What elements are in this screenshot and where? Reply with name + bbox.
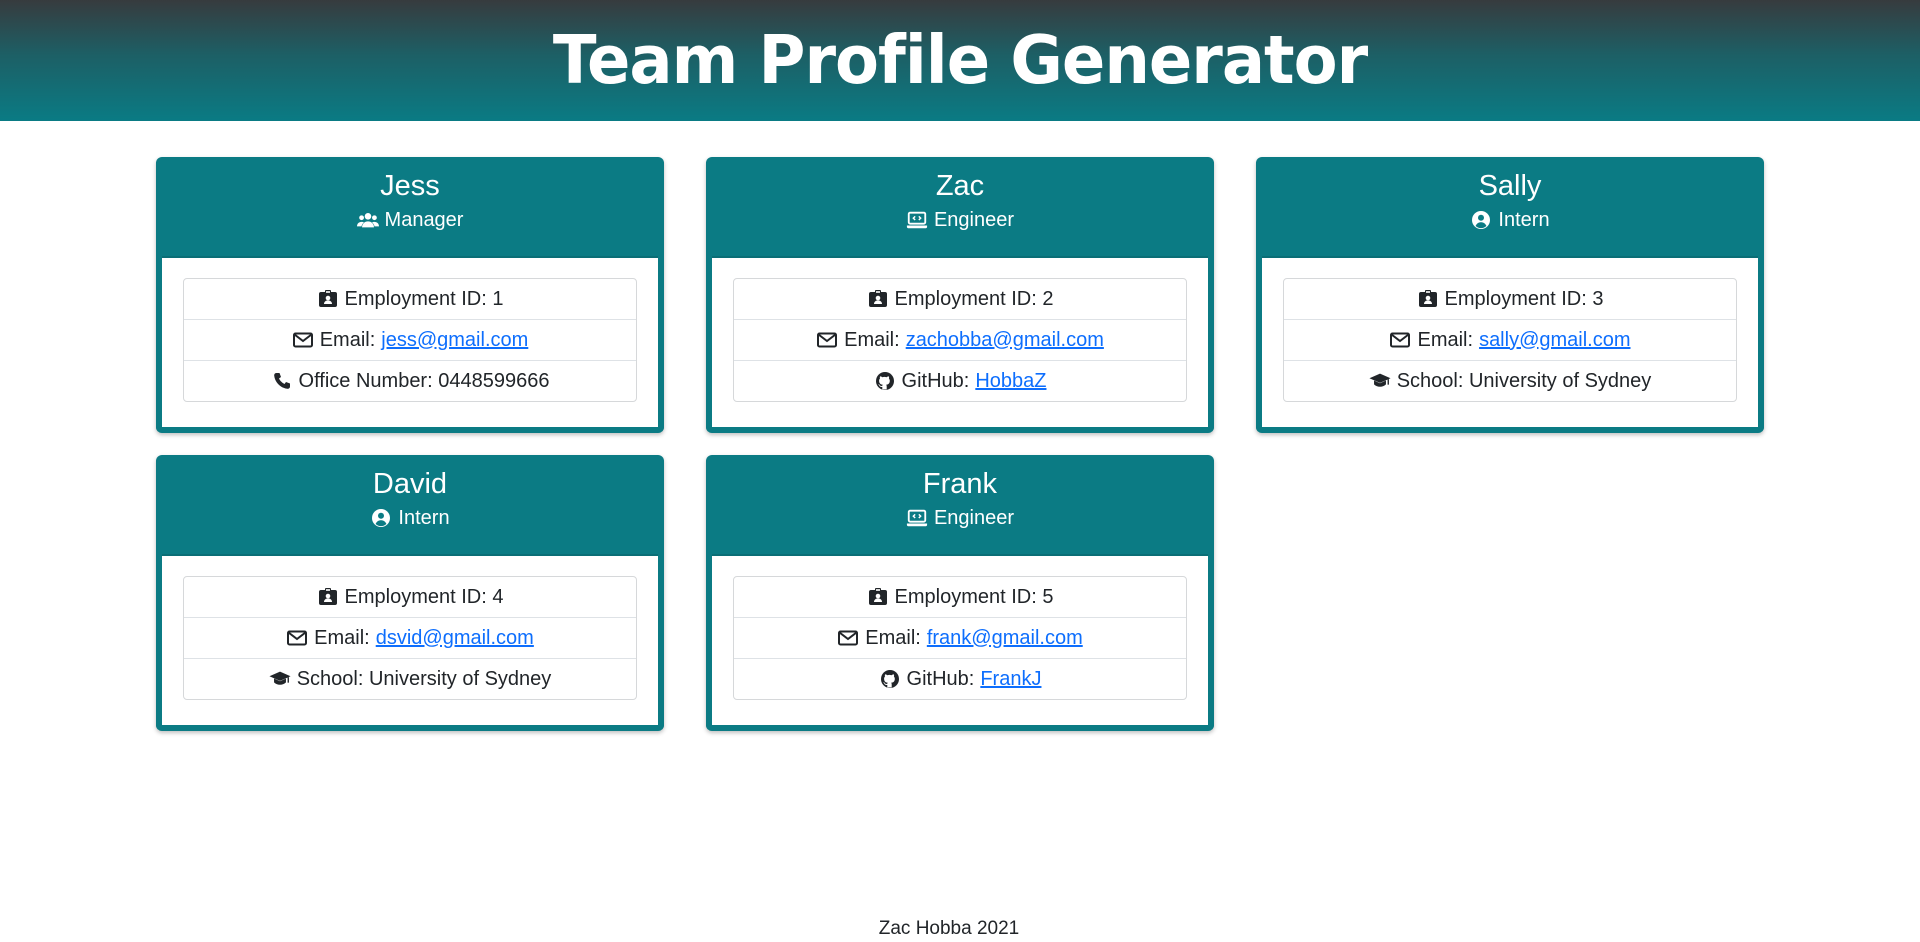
id-badge-icon xyxy=(317,586,339,608)
employee-role: Manager xyxy=(162,207,658,233)
list-item: Email: zachobba@gmail.com xyxy=(734,320,1186,361)
role-label: Intern xyxy=(1498,209,1550,231)
list-item: Email: frank@gmail.com xyxy=(734,618,1186,659)
details-list: Employment ID: 3 Email: sally@gmail.com … xyxy=(1283,278,1737,402)
role-label: Engineer xyxy=(933,507,1015,529)
footer-text: Zac Hobba 2021 xyxy=(878,918,1020,939)
employee-card: David Intern Employment ID: 4 Email: dsv… xyxy=(156,455,664,731)
card-header: Zac Engineer xyxy=(712,157,1208,258)
id-badge-icon xyxy=(867,288,889,310)
employee-name: Jess xyxy=(380,170,440,202)
card-header: Sally Intern xyxy=(1262,157,1758,258)
id-badge-icon xyxy=(317,288,339,310)
envelope-icon xyxy=(837,627,859,649)
envelope-icon xyxy=(292,329,314,351)
envelope-icon xyxy=(816,329,838,351)
list-item: Employment ID: 3 xyxy=(1284,279,1736,320)
card-header: Frank Engineer xyxy=(712,455,1208,556)
role-label: Manager xyxy=(384,209,464,231)
list-item: Employment ID: 2 xyxy=(734,279,1186,320)
id-badge-icon xyxy=(1417,288,1439,310)
role-label: Engineer xyxy=(933,209,1015,231)
users-icon xyxy=(356,209,379,231)
list-item: Email: jess@gmail.com xyxy=(184,320,636,361)
employee-name: David xyxy=(372,468,448,500)
github-link[interactable]: FrankJ xyxy=(980,668,1041,691)
laptop-code-icon xyxy=(906,507,928,529)
employee-name: Zac xyxy=(935,170,985,202)
graduation-cap-icon xyxy=(269,668,291,690)
laptop-code-icon xyxy=(906,209,928,231)
list-item: Employment ID: 5 xyxy=(734,577,1186,618)
details-list: Employment ID: 1 Email: jess@gmail.com O… xyxy=(183,278,637,402)
card-header: Jess Manager xyxy=(162,157,658,258)
employee-name: Sally xyxy=(1478,170,1542,202)
employee-role: Engineer xyxy=(712,505,1208,531)
list-item: GitHub: FrankJ xyxy=(734,659,1186,699)
list-item: Employment ID: 4 xyxy=(184,577,636,618)
details-list: Employment ID: 2 Email: zachobba@gmail.c… xyxy=(733,278,1187,402)
employee-role: Intern xyxy=(162,505,658,531)
page-header: Team Profile Generator xyxy=(0,0,1920,121)
employee-name: Frank xyxy=(922,468,998,500)
email-link[interactable]: frank@gmail.com xyxy=(927,627,1083,650)
id-badge-icon xyxy=(867,586,889,608)
email-link[interactable]: zachobba@gmail.com xyxy=(906,329,1104,352)
list-item: Employment ID: 1 xyxy=(184,279,636,320)
user-circle-icon xyxy=(1470,209,1492,231)
list-item: School: University of Sydney xyxy=(184,659,636,699)
list-item: School: University of Sydney xyxy=(1284,361,1736,401)
email-link[interactable]: sally@gmail.com xyxy=(1479,329,1630,352)
email-link[interactable]: dsvid@gmail.com xyxy=(376,627,534,650)
employee-card: Sally Intern Employment ID: 3 Email: sal… xyxy=(1256,157,1764,433)
list-item: Email: dsvid@gmail.com xyxy=(184,618,636,659)
role-label: Intern xyxy=(398,507,450,529)
employee-card: Zac Engineer Employment ID: 2 Email: zac… xyxy=(706,157,1214,433)
github-icon xyxy=(879,668,901,690)
details-list: Employment ID: 4 Email: dsvid@gmail.com … xyxy=(183,576,637,700)
employee-role: Intern xyxy=(1262,207,1758,233)
phone-icon xyxy=(271,370,293,392)
user-circle-icon xyxy=(370,507,392,529)
card-header: David Intern xyxy=(162,455,658,556)
list-item: Office Number: 0448599666 xyxy=(184,361,636,401)
github-icon xyxy=(874,370,896,392)
employee-role: Engineer xyxy=(712,207,1208,233)
graduation-cap-icon xyxy=(1369,370,1391,392)
envelope-icon xyxy=(286,627,308,649)
details-list: Employment ID: 5 Email: frank@gmail.com … xyxy=(733,576,1187,700)
github-link[interactable]: HobbaZ xyxy=(975,370,1046,393)
list-item: GitHub: HobbaZ xyxy=(734,361,1186,401)
page-title: Team Profile Generator xyxy=(552,21,1368,100)
employee-card: Frank Engineer Employment ID: 5 Email: f… xyxy=(706,455,1214,731)
email-link[interactable]: jess@gmail.com xyxy=(381,329,528,352)
envelope-icon xyxy=(1389,329,1411,351)
list-item: Email: sally@gmail.com xyxy=(1284,320,1736,361)
employee-card: Jess Manager Employment ID: 1 Email: jes… xyxy=(156,157,664,433)
